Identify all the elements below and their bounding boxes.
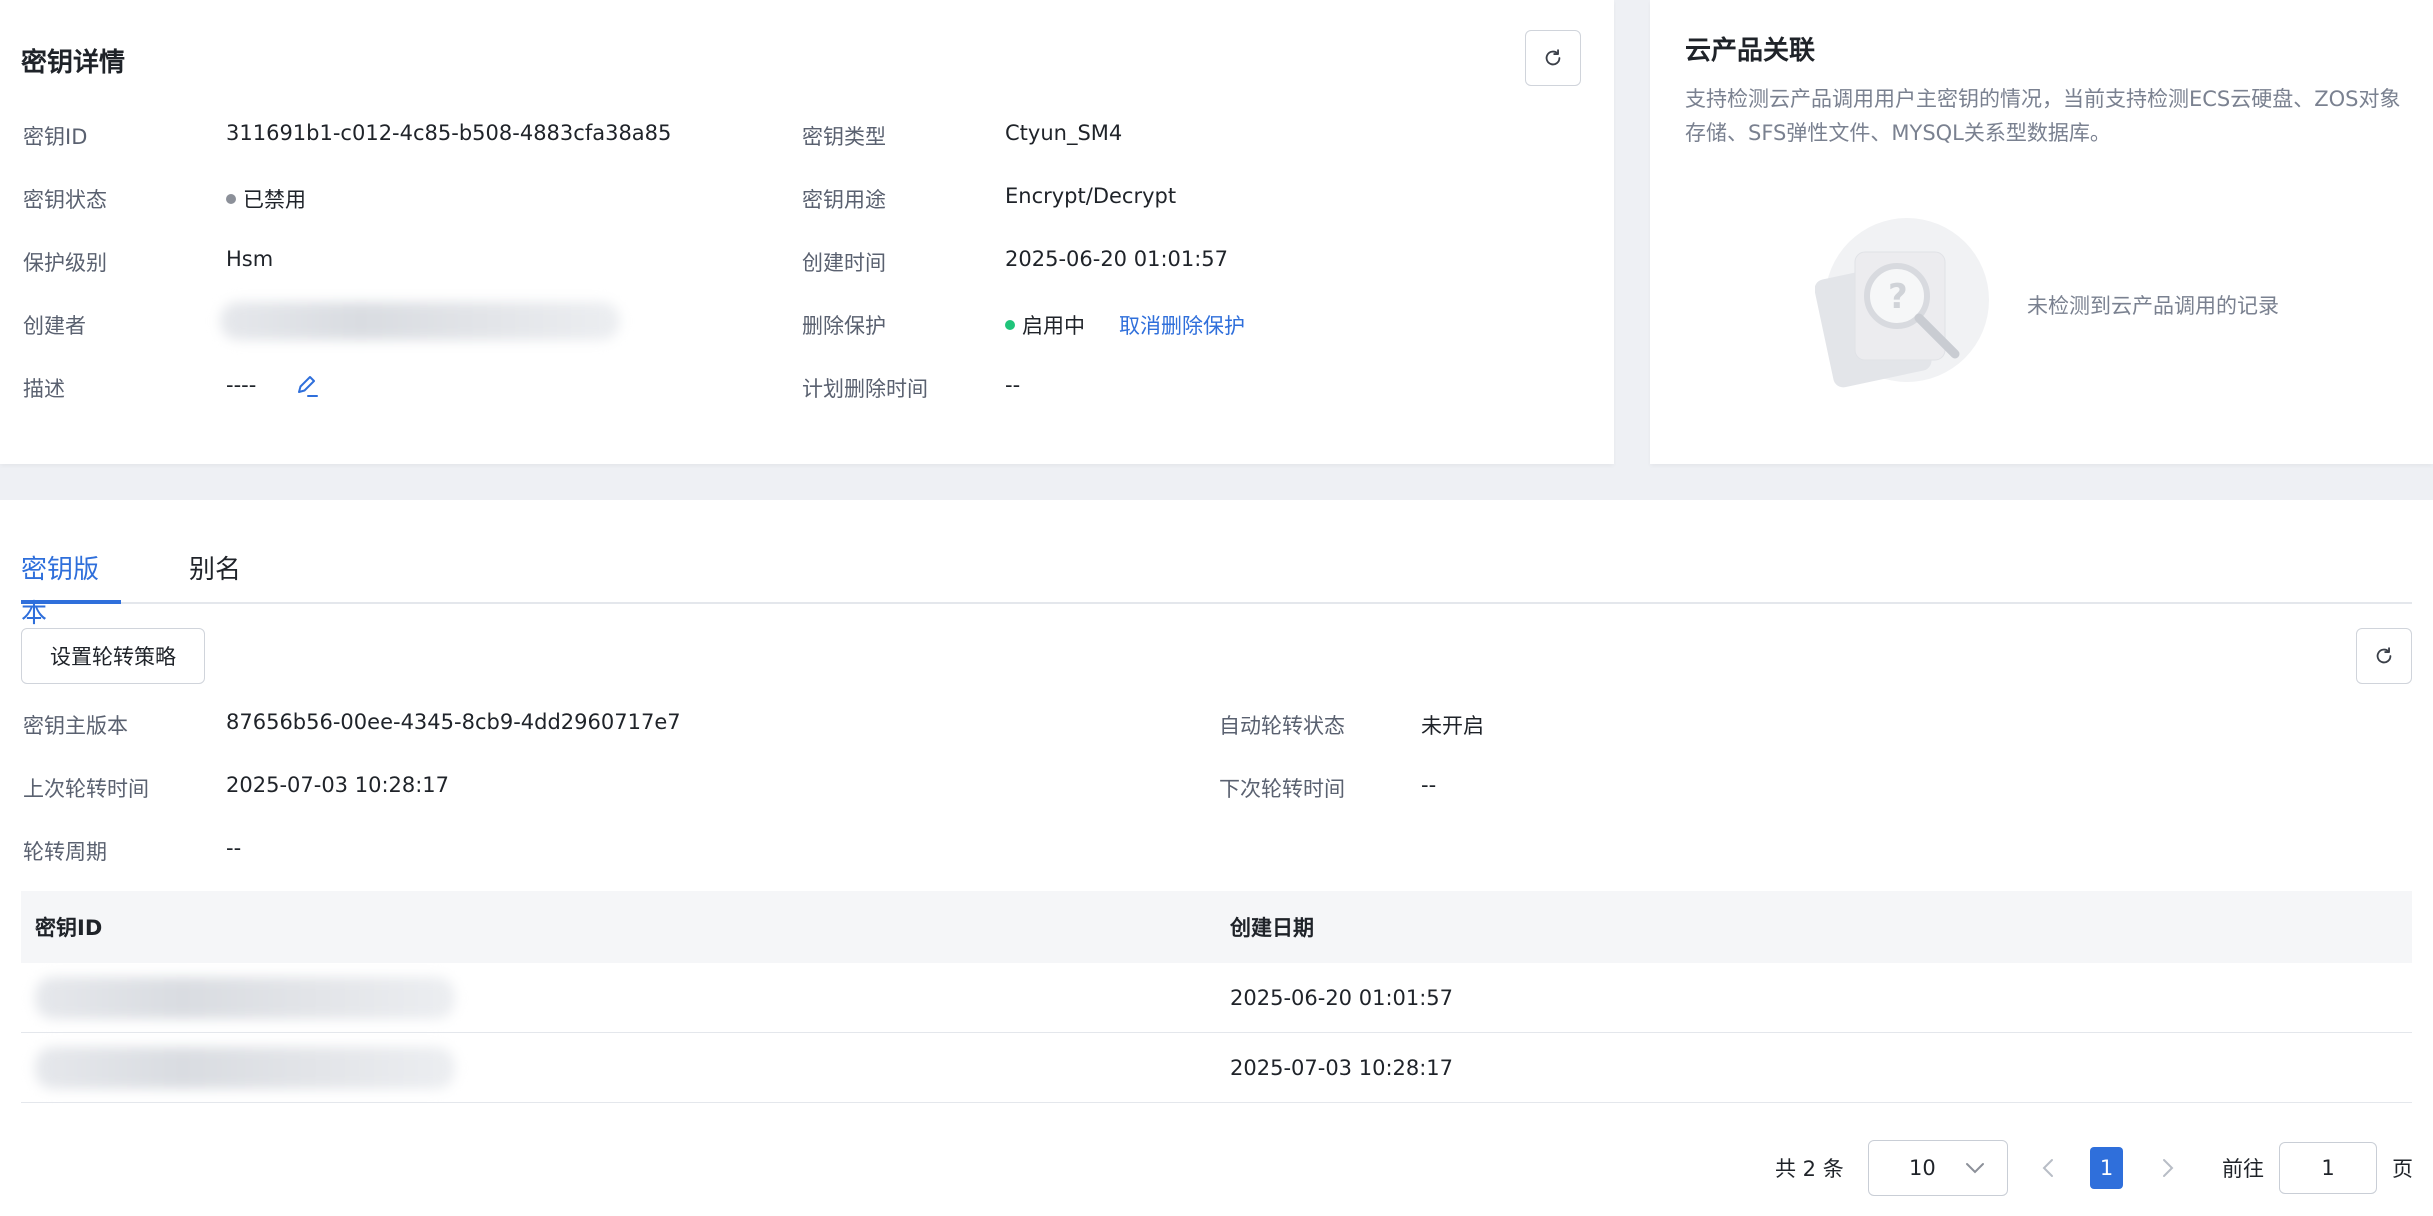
- field-label-next-rotation: 下次轮转时间: [1219, 777, 1345, 801]
- chevron-down-icon: [1966, 1163, 1984, 1174]
- refresh-icon: [1545, 49, 1561, 66]
- status-enabled-dot: [1005, 320, 1015, 330]
- detail-refresh-button[interactable]: [1525, 30, 1581, 86]
- cloud-association-card: [1650, 0, 2433, 464]
- cloud-association-description: 支持检测云产品调用用户主密钥的情况，当前支持检测ECS云硬盘、ZOS对象存储、S…: [1685, 87, 2401, 145]
- key-version-card: [0, 500, 2433, 1216]
- field-value-auto-rotation-status: 未开启: [1421, 714, 1484, 738]
- set-rotation-policy-button[interactable]: 设置轮转策略: [21, 628, 205, 684]
- cloud-association-title: 云产品关联: [1685, 36, 1816, 66]
- field-value-key-usage: Encrypt/Decrypt: [1005, 184, 1177, 208]
- tab-key-versions[interactable]: 密钥版本: [21, 548, 121, 629]
- field-value-key-type: Ctyun_SM4: [1005, 121, 1123, 145]
- field-label-last-rotation: 上次轮转时间: [23, 777, 149, 801]
- next-page-button[interactable]: [2162, 1140, 2174, 1196]
- field-value-rotation-period: --: [226, 836, 242, 860]
- field-value-created-time: 2025-06-20 01:01:57: [1005, 247, 1229, 271]
- page-unit-label: 页: [2392, 1157, 2413, 1181]
- field-value-primary-version: 87656b56-00ee-4345-8cb9-4dd2960717e7: [226, 710, 681, 734]
- field-label-auto-rotation-status: 自动轮转状态: [1219, 714, 1345, 738]
- field-label-key-type: 密钥类型: [802, 125, 886, 149]
- field-value-key-id: 311691b1-c012-4c85-b508-4883cfa38a85: [226, 121, 672, 145]
- key-detail-title: 密钥详情: [21, 48, 126, 78]
- field-label-created-time: 创建时间: [802, 251, 886, 275]
- goto-label: 前往: [2222, 1157, 2264, 1181]
- field-label-protection-level: 保护级别: [23, 251, 107, 275]
- cloud-empty-text: 未检测到云产品调用的记录: [2027, 294, 2279, 318]
- field-value-last-rotation: 2025-07-03 10:28:17: [226, 773, 450, 797]
- field-label-key-status: 密钥状态: [23, 188, 107, 212]
- prev-page-button[interactable]: [2042, 1140, 2054, 1196]
- row-created-date: 2025-07-03 10:28:17: [1230, 1055, 1454, 1080]
- status-disabled-dot: [226, 194, 236, 204]
- field-label-description: 描述: [23, 377, 65, 401]
- refresh-icon: [2376, 647, 2392, 664]
- field-label-rotation-period: 轮转周期: [23, 840, 107, 864]
- version-refresh-button[interactable]: [2356, 628, 2412, 684]
- page-number-current[interactable]: 1: [2090, 1147, 2123, 1189]
- field-value-description: ----: [226, 373, 257, 397]
- version-table: 密钥ID 创建日期 2025-06-20 01:01:57 2025-07-03…: [21, 891, 2412, 1103]
- field-label-primary-version: 密钥主版本: [23, 714, 128, 738]
- column-header-created-date: 创建日期: [1230, 916, 1314, 940]
- key-id-redacted: [35, 1047, 455, 1089]
- top-row: 密钥详情 密钥ID 311691b1-c012-4c85-b508-4883cf…: [0, 0, 2433, 464]
- row-created-date: 2025-06-20 01:01:57: [1230, 985, 1454, 1010]
- empty-search-illustration-icon: ?: [1814, 218, 1995, 388]
- field-label-creator: 创建者: [23, 314, 86, 338]
- field-value-key-status: 已禁用: [226, 184, 306, 214]
- page-size-value: 10: [1909, 1156, 1936, 1180]
- cancel-delete-protection-link[interactable]: 取消删除保护: [1119, 310, 1245, 340]
- version-tabs: 密钥版本 别名: [21, 548, 2412, 629]
- delete-protection-status: 启用中: [1022, 314, 1085, 338]
- field-label-key-usage: 密钥用途: [802, 188, 886, 212]
- edit-description-icon[interactable]: [291, 371, 321, 401]
- column-header-key-id: 密钥ID: [35, 916, 103, 940]
- page-size-select[interactable]: 10: [1868, 1140, 2008, 1196]
- key-id-redacted: [35, 977, 455, 1019]
- field-value-next-rotation: --: [1421, 773, 1437, 797]
- table-row: 2025-06-20 01:01:57: [21, 963, 2412, 1033]
- field-label-delete-protection: 删除保护: [802, 314, 886, 338]
- svg-text:?: ?: [1888, 277, 1908, 317]
- chevron-left-icon: [2042, 1159, 2053, 1177]
- creator-redacted: [220, 302, 620, 340]
- pagination: 共 2 条 10 1 前往 1 页: [0, 1140, 2433, 1196]
- table-header: 密钥ID 创建日期: [21, 891, 2412, 963]
- goto-page-input[interactable]: 1: [2279, 1142, 2377, 1194]
- tab-aliases[interactable]: 别名: [189, 548, 241, 604]
- field-value-scheduled-delete-time: --: [1005, 373, 1021, 397]
- field-value-protection-level: Hsm: [226, 247, 274, 271]
- field-value-delete-protection: 启用中 取消删除保护: [1005, 310, 1245, 340]
- field-label-scheduled-delete-time: 计划删除时间: [802, 377, 928, 401]
- pagination-total: 共 2 条: [1775, 1157, 1844, 1181]
- field-label-key-id: 密钥ID: [23, 125, 88, 149]
- chevron-right-icon: [2163, 1159, 2174, 1177]
- table-row: 2025-07-03 10:28:17: [21, 1033, 2412, 1103]
- status-disabled-text: 已禁用: [243, 188, 306, 212]
